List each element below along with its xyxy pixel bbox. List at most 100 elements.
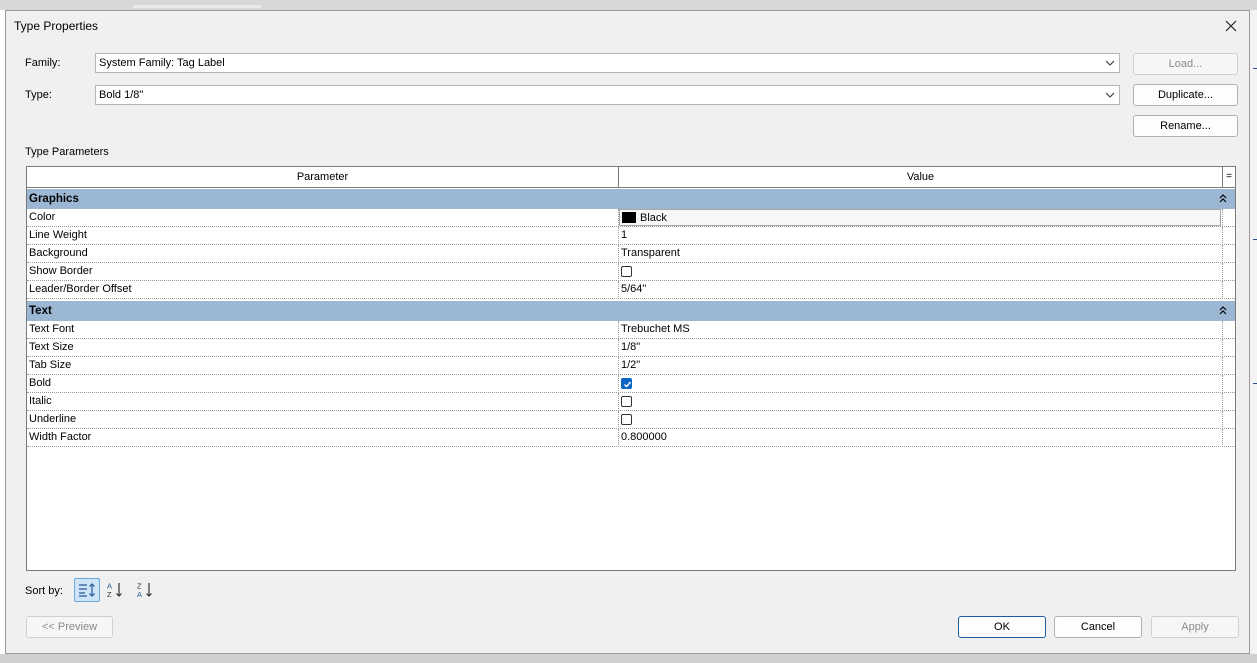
param-name: Width Factor (27, 429, 619, 447)
param-row-show-border[interactable]: Show Border (27, 263, 1235, 281)
param-value (619, 411, 1223, 429)
group-header-text[interactable]: Text (27, 301, 1235, 321)
formula-cell[interactable] (1223, 411, 1235, 429)
background-app-right (1250, 10, 1257, 654)
group-name: Text (29, 305, 52, 317)
param-name: Leader/Border Offset (27, 281, 619, 299)
preview-button[interactable]: << Preview (26, 616, 113, 638)
param-row-bold[interactable]: Bold (27, 375, 1235, 393)
param-row-text-size[interactable]: Text Size 1/8" (27, 339, 1235, 357)
formula-cell[interactable] (1223, 357, 1235, 375)
param-row-italic[interactable]: Italic (27, 393, 1235, 411)
chevron-down-icon (1105, 60, 1115, 66)
param-name: Italic (27, 393, 619, 411)
grid-header: Parameter Value = (27, 167, 1235, 188)
formula-cell[interactable] (1223, 227, 1235, 245)
formula-cell[interactable] (1223, 339, 1235, 357)
formula-cell[interactable] (1223, 209, 1235, 227)
checkmark-icon (624, 381, 632, 388)
formula-cell[interactable] (1223, 375, 1235, 393)
type-dropdown[interactable]: Bold 1/8" (95, 85, 1120, 105)
param-name: Underline (27, 411, 619, 429)
family-dropdown[interactable]: System Family: Tag Label (95, 53, 1120, 73)
color-value: Black (640, 212, 667, 224)
formula-cell[interactable] (1223, 281, 1235, 299)
formula-cell[interactable] (1223, 263, 1235, 281)
formula-cell[interactable] (1223, 393, 1235, 411)
param-row-text-font[interactable]: Text Font Trebuchet MS (27, 321, 1235, 339)
param-value[interactable]: Trebuchet MS (619, 321, 1223, 339)
show-border-checkbox[interactable] (621, 266, 632, 277)
param-row-background[interactable]: Background Transparent (27, 245, 1235, 263)
param-row-tab-size[interactable]: Tab Size 1/2" (27, 357, 1235, 375)
param-row-underline[interactable]: Underline (27, 411, 1235, 429)
header-formula[interactable]: = (1223, 167, 1235, 187)
header-value[interactable]: Value (619, 167, 1223, 187)
param-name: Background (27, 245, 619, 263)
param-value (619, 263, 1223, 281)
param-name: Line Weight (27, 227, 619, 245)
param-row-color[interactable]: Color Black (27, 209, 1235, 227)
param-row-width-factor[interactable]: Width Factor 0.800000 (27, 429, 1235, 447)
sort-ascending-button[interactable]: A Z (103, 578, 129, 602)
background-app-top (0, 0, 1257, 10)
italic-checkbox[interactable] (621, 396, 632, 407)
group-header-graphics[interactable]: Graphics (27, 189, 1235, 209)
family-label: Family: (25, 57, 61, 69)
param-name: Bold (27, 375, 619, 393)
color-picker-button[interactable]: Black (619, 209, 1221, 226)
background-mark (1253, 383, 1257, 384)
color-swatch (622, 212, 636, 223)
rename-button[interactable]: Rename... (1133, 115, 1238, 137)
param-name: Tab Size (27, 357, 619, 375)
background-mark (1253, 239, 1257, 240)
sort-z-a-icon: Z A (137, 582, 152, 599)
close-button[interactable] (1219, 15, 1243, 37)
collapse-icon[interactable] (1219, 194, 1227, 204)
underline-checkbox[interactable] (621, 414, 632, 425)
family-value: System Family: Tag Label (99, 57, 225, 69)
param-value (619, 393, 1223, 411)
sort-descending-button[interactable]: Z A (133, 578, 159, 602)
param-value[interactable]: Transparent (619, 245, 1223, 263)
param-name: Text Size (27, 339, 619, 357)
cancel-button[interactable]: Cancel (1054, 616, 1142, 638)
sort-by-label: Sort by: (25, 585, 63, 597)
param-value[interactable]: 0.800000 (619, 429, 1223, 447)
chevron-down-icon (1105, 92, 1115, 98)
param-row-line-weight[interactable]: Line Weight 1 (27, 227, 1235, 245)
type-label: Type: (25, 89, 52, 101)
param-value[interactable]: 1 (619, 227, 1223, 245)
close-icon (1225, 20, 1237, 32)
background-mark (1253, 68, 1257, 69)
param-value[interactable]: 1/8" (619, 339, 1223, 357)
param-value[interactable]: 5/64" (619, 281, 1223, 299)
group-sort-icon (79, 583, 95, 597)
background-app-bottom (0, 654, 1257, 663)
param-row-leader-border-offset[interactable]: Leader/Border Offset 5/64" (27, 281, 1235, 299)
param-value (619, 375, 1223, 393)
formula-cell[interactable] (1223, 429, 1235, 447)
duplicate-button[interactable]: Duplicate... (1133, 84, 1238, 106)
header-parameter[interactable]: Parameter (27, 167, 619, 187)
title-bar: Type Properties (6, 11, 1249, 41)
apply-button[interactable]: Apply (1151, 616, 1239, 638)
background-tab (133, 5, 261, 8)
sort-group-button[interactable] (74, 578, 100, 602)
parameters-grid: Parameter Value = Graphics Color Black L… (26, 166, 1236, 571)
type-parameters-label: Type Parameters (25, 146, 109, 158)
param-value[interactable]: 1/2" (619, 357, 1223, 375)
sort-a-z-icon: A Z (107, 582, 122, 599)
type-value: Bold 1/8" (99, 89, 144, 101)
param-value[interactable]: Black (619, 209, 1223, 227)
dialog-title: Type Properties (14, 19, 99, 33)
collapse-icon[interactable] (1219, 306, 1227, 316)
formula-cell[interactable] (1223, 245, 1235, 263)
param-name: Color (27, 209, 619, 227)
load-button[interactable]: Load... (1133, 53, 1238, 75)
ok-button[interactable]: OK (958, 616, 1046, 638)
bold-checkbox[interactable] (621, 378, 632, 389)
svg-text:A: A (137, 590, 142, 599)
formula-cell[interactable] (1223, 321, 1235, 339)
param-name: Text Font (27, 321, 619, 339)
